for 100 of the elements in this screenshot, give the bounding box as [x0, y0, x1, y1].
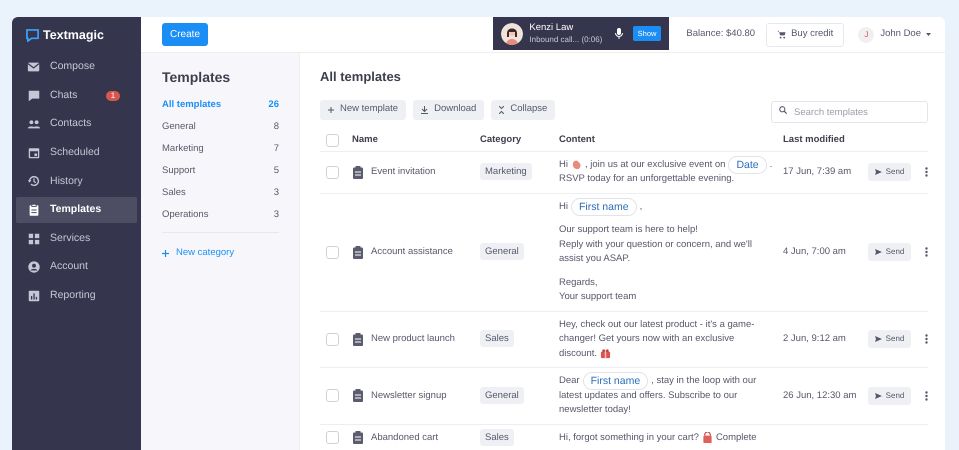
send-button[interactable]: Send: [868, 163, 911, 181]
send-icon: [874, 392, 882, 399]
content-text: Complete: [716, 430, 757, 445]
sidebar-item[interactable]: Services: [16, 226, 137, 252]
category-item[interactable]: Support 5: [162, 160, 279, 182]
category-tag: Sales: [480, 428, 514, 446]
send-button[interactable]: Send: [868, 386, 911, 405]
column-header: Content: [559, 132, 596, 147]
category-tag: Marketing: [480, 162, 532, 180]
category-tag: Sales: [480, 330, 514, 348]
panel-title: Templates: [162, 68, 232, 87]
gift-icon: [600, 348, 612, 360]
hand-icon: [570, 159, 582, 170]
send-icon: [874, 249, 882, 255]
cart-icon: [777, 30, 786, 39]
more-icon[interactable]: [924, 334, 928, 344]
row-checkbox[interactable]: [326, 134, 339, 146]
more-icon[interactable]: [924, 167, 928, 177]
row-checkbox[interactable]: [326, 246, 339, 258]
template-name[interactable]: Abandoned cart: [371, 430, 438, 445]
collapse-icon: [499, 106, 504, 114]
logo-icon: [26, 28, 39, 42]
content-text: assist you ASAP.: [559, 252, 630, 266]
column-header: Category: [480, 132, 522, 147]
category-item[interactable]: General 8: [162, 116, 279, 138]
content-text: Regards,: [559, 276, 598, 290]
modified-date: 4 Jun, 7:00 am: [783, 244, 847, 259]
plus-icon: [162, 250, 169, 257]
content-text: Dear: [559, 374, 580, 388]
modified-date: 26 Jun, 12:30 am: [783, 388, 858, 403]
content-text: Our support team is here to help!: [559, 223, 698, 238]
clipboard-icon: [352, 431, 364, 444]
sidebar-item[interactable]: Templates: [16, 196, 137, 223]
plus-icon: [328, 106, 334, 112]
row-checkbox[interactable]: [326, 332, 339, 346]
row-checkbox[interactable]: [326, 166, 339, 178]
modified-date: 17 Jun, 7:39 am: [783, 164, 852, 179]
variable-tag: First name: [570, 198, 637, 216]
category-tag: General: [480, 242, 524, 260]
toolbar-button[interactable]: New template: [320, 100, 406, 120]
history-icon: [27, 174, 41, 188]
grid-icon: [27, 232, 41, 246]
sidebar-item[interactable]: Account: [16, 254, 137, 280]
send-button[interactable]: Send: [868, 330, 911, 348]
content-text: newsletter today!: [559, 403, 631, 418]
content-text: Hi, forgot something in your cart?: [559, 430, 699, 445]
modified-date: 2 Jun, 9:12 am: [783, 332, 847, 346]
clipboard-icon: [352, 166, 364, 178]
more-icon[interactable]: [924, 247, 928, 257]
microphone-icon: [614, 28, 623, 39]
toolbar-button[interactable]: Collapse: [491, 100, 556, 120]
bar-chart-icon: [27, 288, 41, 303]
toolbar-button[interactable]: Download: [413, 100, 484, 120]
template-name[interactable]: New product launch: [371, 332, 455, 346]
content-text: Your support team: [559, 290, 636, 304]
balance-text: Balance: $40.80: [686, 27, 756, 42]
content-text: Hey, check out our latest product - it's a game-: [559, 318, 754, 332]
row-checkbox[interactable]: [326, 431, 339, 444]
sidebar-item[interactable]: Contacts: [16, 111, 137, 138]
caller-name: Kenzi Law: [529, 22, 574, 34]
clipboard-icon: [352, 246, 364, 258]
template-name[interactable]: Event invitation: [371, 164, 436, 180]
content-text: latest updates and offers. Subscribe to our: [559, 388, 738, 403]
sidebar-item[interactable]: Reporting: [16, 282, 137, 309]
row-checkbox[interactable]: [326, 389, 339, 402]
unread-badge: 1: [106, 90, 120, 101]
content-text: RSVP today for an unforgettable evening.: [559, 172, 734, 186]
clipboard-icon: [352, 332, 364, 346]
content-text: ,: [640, 200, 642, 214]
shopping-bag-icon: [702, 432, 713, 444]
clipboard-icon: [352, 389, 364, 402]
user-menu[interactable]: John Doe: [880, 27, 931, 42]
sidebar-item[interactable]: Chats 1: [16, 82, 137, 109]
variable-tag: Date: [728, 156, 767, 174]
sidebar-item[interactable]: Compose: [16, 54, 137, 80]
column-header: Last modified: [783, 132, 846, 147]
content-text: , join us at our exclusive event on: [584, 158, 726, 172]
search-icon: [779, 106, 787, 114]
template-name[interactable]: Account assistance: [371, 244, 453, 260]
user-circle-icon: [27, 260, 41, 274]
category-item[interactable]: Marketing 7: [162, 138, 279, 160]
content-text: .: [770, 158, 772, 172]
sidebar-item[interactable]: Scheduled: [16, 140, 137, 166]
template-name[interactable]: Newsletter signup: [371, 388, 447, 403]
calendar-icon: [27, 146, 41, 160]
more-icon[interactable]: [924, 390, 928, 401]
sidebar-item[interactable]: History: [16, 168, 137, 194]
column-header: Name: [352, 132, 379, 147]
content-text: , stay in the loop with our: [651, 374, 756, 388]
send-icon: [874, 336, 882, 342]
caret-icon: [926, 33, 931, 36]
content-text: Reply with your question or concern, and we'll: [559, 238, 752, 252]
buy-credit-button[interactable]: Buy credit: [766, 22, 844, 46]
download-icon: [421, 106, 428, 114]
search-field[interactable]: Search templates: [771, 101, 928, 123]
category-item[interactable]: Sales 3: [162, 182, 279, 204]
send-button[interactable]: Send: [868, 243, 911, 261]
call-status: Inbound call... (0:06): [529, 34, 604, 46]
chat-icon: [27, 88, 41, 103]
category-item[interactable]: Operations 3: [162, 204, 279, 226]
